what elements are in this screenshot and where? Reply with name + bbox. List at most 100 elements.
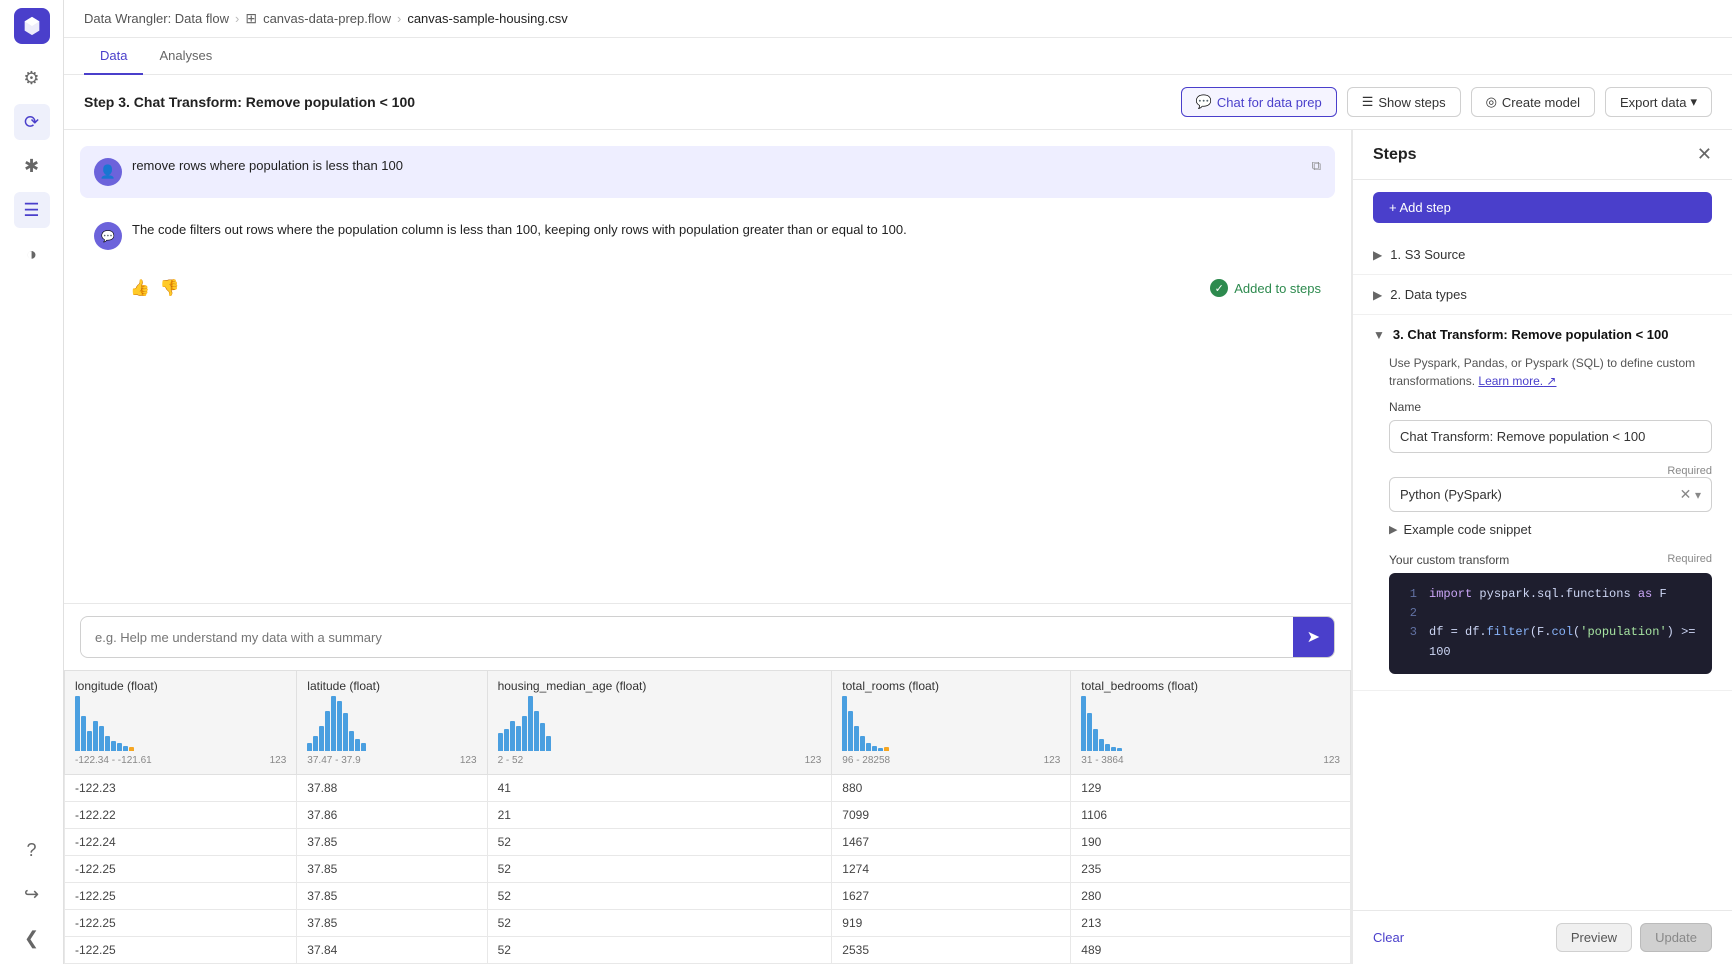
bar — [528, 696, 533, 751]
bar — [510, 721, 515, 751]
custom-transform-header: Your custom transform Required — [1389, 553, 1712, 567]
step-header-1[interactable]: ▶ 1. S3 Source — [1353, 235, 1732, 274]
learn-more-link[interactable]: Learn more. ↗ — [1478, 374, 1556, 388]
bar — [111, 741, 116, 751]
left-sidebar: ⚙ ⟳ ✱ ☰ ◑ ? ↪ ❮ — [0, 0, 64, 964]
bar — [498, 733, 503, 751]
copy-icon[interactable]: ⧉ — [1312, 158, 1321, 174]
bot-message-text: The code filters out rows where the popu… — [132, 222, 907, 237]
bar — [331, 696, 336, 751]
lang-select[interactable]: Python (PySpark) ✕ ▾ — [1389, 477, 1712, 512]
data-table: longitude (float) — [64, 670, 1351, 964]
sidebar-icon-asterisk[interactable]: ✱ — [14, 148, 50, 184]
bar — [872, 746, 877, 751]
tab-analyses[interactable]: Analyses — [143, 38, 228, 75]
col-histogram-bedrooms — [1081, 693, 1340, 753]
sidebar-icon-toggle[interactable]: ◑ — [14, 236, 50, 272]
chat-input-wrap: ➤ — [80, 616, 1335, 658]
bar — [1105, 744, 1110, 751]
steps-footer: Clear Preview Update — [1353, 910, 1732, 964]
col-range-latitude: 37.47 - 37.9 123 — [307, 755, 476, 766]
sidebar-icon-list[interactable]: ☰ — [14, 192, 50, 228]
steps-header: Steps ✕ — [1353, 130, 1732, 180]
preview-button[interactable]: Preview — [1556, 923, 1632, 952]
custom-transform-label: Your custom transform — [1389, 553, 1509, 567]
bar — [866, 743, 871, 751]
step-label-1: 1. S3 Source — [1390, 247, 1465, 262]
content-area: 👤 remove rows where population is less t… — [64, 130, 1732, 964]
code-snippet-header[interactable]: ▶ Example code snippet — [1389, 512, 1712, 543]
sidebar-icon-settings[interactable]: ⚙ — [14, 60, 50, 96]
bar — [93, 721, 98, 751]
bar-highlight — [884, 747, 889, 751]
bar — [75, 696, 80, 751]
sidebar-icon-export[interactable]: ↪ — [14, 876, 50, 912]
show-steps-button[interactable]: ☰ Show steps — [1347, 87, 1461, 117]
code-line-3: 3 df = df.filter(F.col('population') >= … — [1401, 623, 1700, 661]
sidebar-icon-collapse[interactable]: ❮ — [14, 920, 50, 956]
code-block[interactable]: 1 import pyspark.sql.functions as F 2 3 … — [1389, 573, 1712, 674]
chat-for-data-prep-button[interactable]: 💬 Chat for data prep — [1181, 87, 1337, 117]
breadcrumb-part3: canvas-sample-housing.csv — [407, 11, 567, 26]
bar — [848, 711, 853, 751]
sidebar-icon-help[interactable]: ? — [14, 832, 50, 868]
bar — [307, 743, 312, 751]
thumbs-up-icon[interactable]: 👍 — [130, 278, 150, 298]
bar — [81, 716, 86, 751]
bar — [343, 713, 348, 751]
main-area: Data Wrangler: Data flow › ⊞ canvas-data… — [64, 0, 1732, 964]
code-line-2: 2 — [1401, 604, 1700, 623]
clear-button[interactable]: Clear — [1373, 930, 1404, 945]
bar — [361, 743, 366, 751]
sidebar-icon-flow[interactable]: ⟳ — [14, 104, 50, 140]
export-chevron-icon: ▾ — [1690, 94, 1697, 110]
model-icon: ◎ — [1486, 94, 1497, 110]
col-range-age: 2 - 52 123 — [498, 755, 822, 766]
close-steps-button[interactable]: ✕ — [1697, 144, 1712, 165]
lang-clear-icon[interactable]: ✕ — [1680, 486, 1692, 502]
col-histogram-rooms — [842, 693, 1060, 753]
col-range-longitude: -122.34 - -121.61 123 — [75, 755, 286, 766]
user-message-bubble: 👤 remove rows where population is less t… — [80, 146, 1335, 198]
bar — [1087, 713, 1092, 751]
feedback-icons: 👍 👎 — [130, 278, 180, 298]
added-to-steps-badge: ✓ Added to steps — [1210, 279, 1321, 297]
col-range-bedrooms: 31 - 3864 123 — [1081, 755, 1340, 766]
chat-input[interactable] — [81, 620, 1293, 655]
bar — [534, 711, 539, 751]
col-header-latitude: latitude (float) — [297, 671, 487, 775]
create-model-button[interactable]: ◎ Create model — [1471, 87, 1595, 117]
bar — [860, 736, 865, 751]
add-step-button[interactable]: + Add step — [1373, 192, 1712, 223]
export-data-button[interactable]: Export data ▾ — [1605, 87, 1712, 117]
bot-message-bubble: 💬 The code filters out rows where the po… — [80, 210, 1335, 262]
col-histogram-age — [498, 693, 822, 753]
table-row: -122.25 37.84 52 2535 489 — [65, 937, 1351, 964]
step-header-3[interactable]: ▼ 3. Chat Transform: Remove population <… — [1353, 315, 1732, 354]
breadcrumb-part2[interactable]: canvas-data-prep.flow — [263, 11, 391, 26]
chat-send-button[interactable]: ➤ — [1293, 617, 1334, 657]
table-row: -122.23 37.88 41 880 129 — [65, 775, 1351, 802]
steps-icon: ☰ — [1362, 94, 1374, 110]
lang-chevron-icon: ▾ — [1695, 488, 1701, 502]
col-header-total-bedrooms: total_bedrooms (float) — [1071, 671, 1351, 775]
step-item-2: ▶ 2. Data types — [1353, 275, 1732, 315]
step-arrow-3: ▼ — [1373, 328, 1385, 342]
step-header-2[interactable]: ▶ 2. Data types — [1353, 275, 1732, 314]
col-header-housing-median-age: housing_median_age (float) — [487, 671, 832, 775]
bar — [319, 726, 324, 751]
tab-bar: Data Analyses — [64, 38, 1732, 75]
bar — [313, 736, 318, 751]
breadcrumb-sep2: › — [397, 11, 401, 26]
bar — [1081, 696, 1086, 751]
name-input[interactable] — [1389, 420, 1712, 453]
update-button[interactable]: Update — [1640, 923, 1712, 952]
bar — [522, 716, 527, 751]
bar — [99, 726, 104, 751]
thumbs-down-icon[interactable]: 👎 — [160, 278, 180, 298]
col-range-rooms: 96 - 28258 123 — [842, 755, 1060, 766]
col-histogram-longitude — [75, 693, 286, 753]
tab-data[interactable]: Data — [84, 38, 143, 75]
breadcrumb-part1: Data Wrangler: Data flow — [84, 11, 229, 26]
bar — [842, 696, 847, 751]
